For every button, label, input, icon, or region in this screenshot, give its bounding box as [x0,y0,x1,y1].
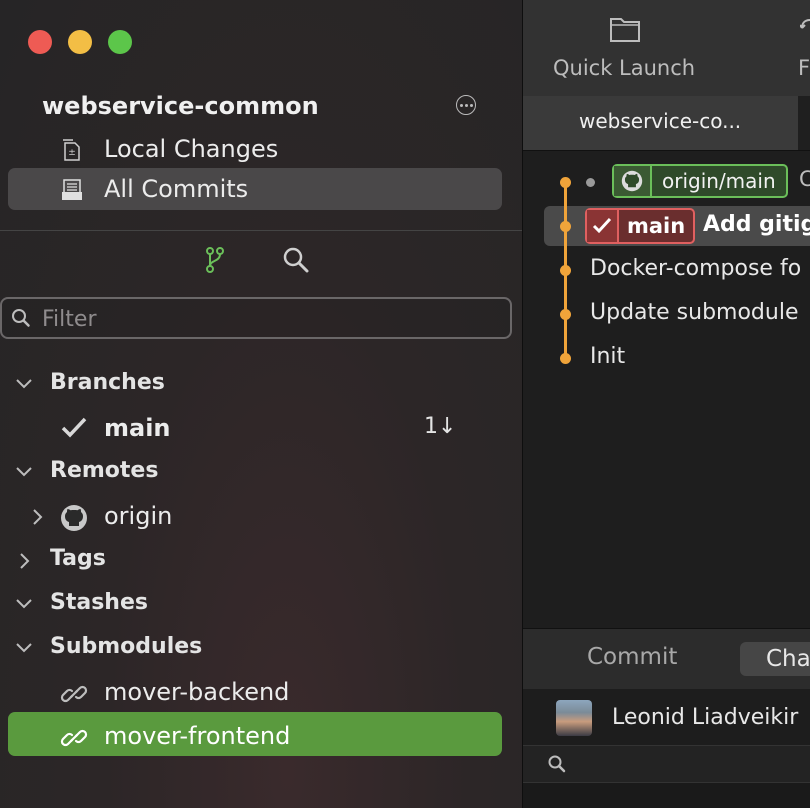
link-icon [60,685,88,703]
section-label: Branches [50,370,165,395]
submodule-label: mover-frontend [104,722,291,750]
section-submodules[interactable]: Submodules [0,628,522,668]
checkmark-icon [587,210,619,242]
filter-field[interactable] [0,297,512,339]
author-name: Leonid Liadveikir [612,705,799,730]
detail-tabs: Commit Cha [523,628,810,689]
submodule-label: mover-backend [104,678,290,706]
more-options-icon[interactable] [456,95,476,115]
commit-message: Init [590,344,626,369]
avatar [556,700,592,736]
file-list [523,783,810,808]
commit-row[interactable]: Update submodule [523,294,810,334]
commit-node [560,265,571,276]
branch-item-main[interactable]: main 1↓ [0,408,522,448]
commit-graph: origin/main C main Add gitig Docker-comp… [523,151,810,629]
local-changes-icon: ± [63,139,80,161]
toolbar: Quick Launch F [523,0,810,96]
tab-changes[interactable]: Cha [740,642,810,676]
head-indicator [586,178,595,187]
search-icon [12,309,30,327]
svg-text:±: ± [68,148,76,158]
commit-node [560,353,571,364]
ref-label: origin/main [662,169,776,193]
submodule-item-mover-frontend[interactable]: mover-frontend [0,716,522,756]
commit-message: Update submodule [590,300,799,325]
github-icon [614,166,652,196]
all-commits-icon [62,179,82,200]
author-row: Leonid Liadveikir [523,689,810,746]
ahead-behind-count: 1↓ [424,414,457,439]
github-icon [61,505,87,531]
section-stashes[interactable]: Stashes [0,584,522,624]
commit-message: Docker-compose fo [590,256,802,281]
tab-bar: webservice-co... [523,96,810,151]
remote-item-origin[interactable]: origin [0,496,522,536]
close-window-button[interactable] [28,30,52,54]
main-pane: Quick Launch F webservice-co... origin/m… [523,0,810,808]
ref-badge-main[interactable]: main [585,208,696,244]
chevron-right-icon[interactable] [14,552,34,570]
ref-label: main [627,214,686,238]
search-icon [548,755,566,773]
commit-row[interactable]: Docker-compose fo [523,250,810,290]
chevron-down-icon[interactable] [14,596,34,612]
remote-label: origin [104,502,173,530]
tab-webservice-common[interactable]: webservice-co... [523,96,798,150]
commit-row[interactable]: origin/main C [523,161,810,201]
quick-launch-button[interactable]: Quick Launch [543,6,733,92]
tab-label: webservice-co... [579,109,742,133]
minimize-window-button[interactable] [68,30,92,54]
checkmark-icon [61,417,87,438]
nav-label: All Commits [104,175,249,203]
section-remotes[interactable]: Remotes [0,452,522,492]
commit-node [560,221,571,232]
fetch-icon[interactable] [800,18,810,44]
ref-badge-origin-main[interactable]: origin/main [612,164,788,198]
chevron-down-icon[interactable] [14,464,34,480]
divider [0,230,522,231]
nav-all-commits[interactable]: All Commits [8,168,502,210]
quick-launch-label: Quick Launch [553,56,696,80]
link-icon [60,729,88,747]
branch-label: main [104,414,171,442]
repository-name: webservice-common [42,92,319,120]
search-icon[interactable] [282,246,310,274]
chevron-right-icon[interactable] [30,508,46,526]
section-tags[interactable]: Tags [0,540,522,580]
section-label: Tags [50,546,106,571]
commit-message: Add gitig [703,212,810,237]
section-label: Submodules [50,634,203,659]
folder-icon [610,18,640,42]
chevron-down-icon[interactable] [14,640,34,656]
chevron-down-icon[interactable] [14,376,34,392]
section-label: Remotes [50,458,159,483]
sidebar: webservice-common ± Local Changes All Co… [0,0,522,808]
commit-row[interactable]: Init [523,338,810,378]
section-branches[interactable]: Branches [0,364,522,404]
tab-bar-empty [798,96,810,150]
zoom-window-button[interactable] [108,30,132,54]
toolbar-button-label: F [798,56,810,80]
nav-local-changes[interactable]: ± Local Changes [8,128,502,170]
submodule-item-mover-backend[interactable]: mover-backend [0,672,522,712]
tab-label: Cha [766,646,810,672]
file-search-row[interactable] [523,746,810,783]
commit-node [560,309,571,320]
nav-label: Local Changes [104,135,279,163]
commit-message: C [799,167,810,191]
filter-input[interactable] [40,304,504,334]
commit-row[interactable]: main Add gitig [523,206,810,246]
branch-icon[interactable] [204,246,226,274]
section-label: Stashes [50,590,148,615]
commit-node [560,177,571,188]
tab-commit[interactable]: Commit [587,644,677,670]
